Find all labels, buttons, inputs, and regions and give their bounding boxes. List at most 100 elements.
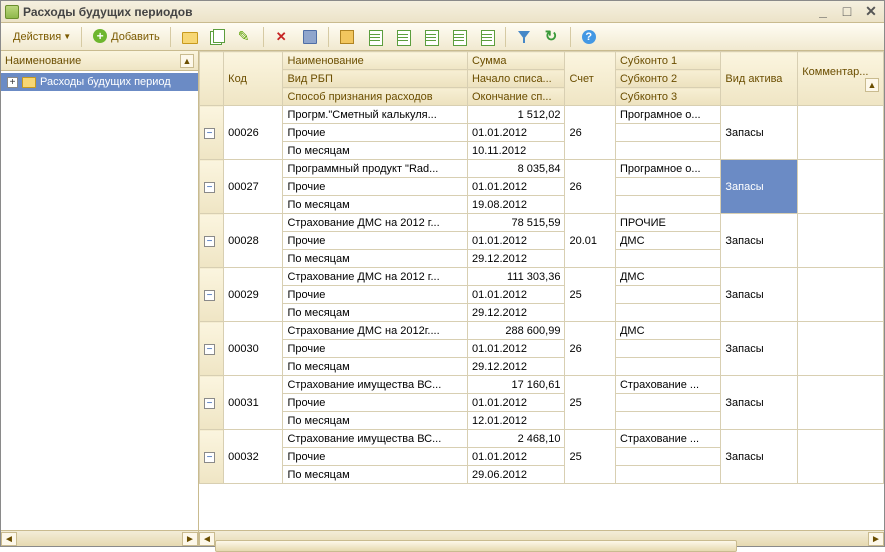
cell-sub2[interactable]: ДМС (615, 232, 720, 250)
scroll-left-icon[interactable]: ◄ (199, 532, 215, 546)
cell-method[interactable]: По месяцам (283, 142, 468, 160)
cell-method[interactable]: По месяцам (283, 466, 468, 484)
cell-name[interactable]: Страхование ДМС на 2012г.... (283, 322, 468, 340)
table-row[interactable]: − 00030 Страхование ДМС на 2012г.... 288… (200, 322, 884, 340)
collapse-icon[interactable]: − (204, 182, 215, 193)
cell-sum[interactable]: 288 600,99 (467, 322, 565, 340)
table-row[interactable]: − 00029 Страхование ДМС на 2012 г... 111… (200, 268, 884, 286)
grid-hscrollbar[interactable]: ◄ ► (199, 530, 884, 546)
cell-code[interactable]: 00032 (224, 430, 283, 484)
cell-comment[interactable] (798, 430, 884, 484)
cell-comment[interactable] (798, 214, 884, 268)
cell-name[interactable]: Прогрм."Сметный калькуля... (283, 106, 468, 124)
save-button[interactable] (297, 26, 323, 48)
cell-start[interactable]: 01.01.2012 (467, 232, 565, 250)
tree-hscrollbar[interactable]: ◄ ► (1, 530, 198, 546)
cell-account[interactable]: 25 (565, 430, 616, 484)
cell-asset[interactable]: Запасы (721, 160, 798, 214)
cell-method[interactable]: По месяцам (283, 250, 468, 268)
cell-rbp[interactable]: Прочие (283, 232, 468, 250)
post-button[interactable] (334, 26, 360, 48)
cell-end[interactable]: 29.06.2012 (467, 466, 565, 484)
cell-rbp[interactable]: Прочие (283, 394, 468, 412)
cell-sub1[interactable]: Програмное о... (615, 106, 720, 124)
collapse-icon[interactable]: − (204, 290, 215, 301)
cell-name[interactable]: Программный продукт "Rad... (283, 160, 468, 178)
help-button[interactable] (576, 26, 602, 48)
cell-method[interactable]: По месяцам (283, 304, 468, 322)
cell-comment[interactable] (798, 160, 884, 214)
collapse-icon[interactable]: − (204, 398, 215, 409)
cell-comment[interactable] (798, 376, 884, 430)
tree-header[interactable]: Наименование ▲ (1, 51, 198, 71)
cell-asset[interactable]: Запасы (721, 214, 798, 268)
cell-code[interactable]: 00029 (224, 268, 283, 322)
cell-sub1[interactable]: ДМС (615, 268, 720, 286)
cell-sub3[interactable] (615, 358, 720, 376)
cell-sum[interactable]: 111 303,36 (467, 268, 565, 286)
col-name[interactable]: Наименование (283, 52, 468, 70)
cell-sub3[interactable] (615, 304, 720, 322)
cell-rbp[interactable]: Прочие (283, 340, 468, 358)
cell-code[interactable]: 00028 (224, 214, 283, 268)
cell-asset[interactable]: Запасы (721, 322, 798, 376)
cell-asset[interactable]: Запасы (721, 106, 798, 160)
data-grid[interactable]: Код Наименование Сумма Счет Субконто 1 В… (199, 51, 884, 484)
filter-button[interactable] (511, 26, 537, 48)
cell-sum[interactable]: 78 515,59 (467, 214, 565, 232)
cell-sum[interactable]: 8 035,84 (467, 160, 565, 178)
report-4-button[interactable] (446, 26, 472, 48)
cell-asset[interactable]: Запасы (721, 268, 798, 322)
report-3-button[interactable] (418, 26, 444, 48)
cell-method[interactable]: По месяцам (283, 412, 468, 430)
delete-button[interactable] (269, 26, 295, 48)
cell-method[interactable]: По месяцам (283, 196, 468, 214)
cell-account[interactable]: 26 (565, 160, 616, 214)
col-sub1[interactable]: Субконто 1 (615, 52, 720, 70)
cell-name[interactable]: Страхование имущества ВС... (283, 376, 468, 394)
close-button[interactable]: ✕ (862, 5, 880, 19)
table-row[interactable]: − 00027 Программный продукт "Rad... 8 03… (200, 160, 884, 178)
new-folder-button[interactable] (176, 26, 202, 48)
table-row[interactable]: − 00028 Страхование ДМС на 2012 г... 78 … (200, 214, 884, 232)
col-account[interactable]: Счет (565, 52, 616, 106)
report-1-button[interactable] (362, 26, 388, 48)
cell-sum[interactable]: 2 468,10 (467, 430, 565, 448)
cell-end[interactable]: 29.12.2012 (467, 250, 565, 268)
cell-account[interactable]: 25 (565, 268, 616, 322)
cell-sub3[interactable] (615, 196, 720, 214)
cell-rbp[interactable]: Прочие (283, 178, 468, 196)
cell-sub1[interactable]: Страхование ... (615, 376, 720, 394)
cell-sub2[interactable] (615, 448, 720, 466)
indicator-column[interactable] (200, 52, 224, 106)
cell-end[interactable]: 19.08.2012 (467, 196, 565, 214)
cell-account[interactable]: 20.01 (565, 214, 616, 268)
tree-root-item[interactable]: + Расходы будущих период (1, 73, 198, 91)
collapse-icon[interactable]: − (204, 236, 215, 247)
cell-sum[interactable]: 17 160,61 (467, 376, 565, 394)
scrollbar-thumb[interactable] (215, 540, 737, 552)
cell-sub1[interactable]: ДМС (615, 322, 720, 340)
cell-sub3[interactable] (615, 466, 720, 484)
cell-comment[interactable] (798, 268, 884, 322)
cell-sub1[interactable]: Програмное о... (615, 160, 720, 178)
cell-rbp[interactable]: Прочие (283, 448, 468, 466)
actions-menu[interactable]: Действия ▼ (5, 26, 76, 48)
cell-name[interactable]: Страхование ДМС на 2012 г... (283, 268, 468, 286)
copy-button[interactable] (204, 26, 230, 48)
col-writeoff-end[interactable]: Окончание сп... (467, 88, 565, 106)
maximize-button[interactable]: □ (838, 5, 856, 19)
cell-start[interactable]: 01.01.2012 (467, 340, 565, 358)
report-5-button[interactable] (474, 26, 500, 48)
cell-end[interactable]: 12.01.2012 (467, 412, 565, 430)
cell-account[interactable]: 25 (565, 376, 616, 430)
cell-sub3[interactable] (615, 250, 720, 268)
table-row[interactable]: − 00026 Прогрм."Сметный калькуля... 1 51… (200, 106, 884, 124)
cell-end[interactable]: 10.11.2012 (467, 142, 565, 160)
expand-icon[interactable]: + (7, 77, 18, 88)
col-code[interactable]: Код (224, 52, 283, 106)
refresh-button[interactable] (539, 26, 565, 48)
col-asset[interactable]: Вид актива (721, 52, 798, 106)
col-sub3[interactable]: Субконто 3 (615, 88, 720, 106)
col-sub2[interactable]: Субконто 2 (615, 70, 720, 88)
